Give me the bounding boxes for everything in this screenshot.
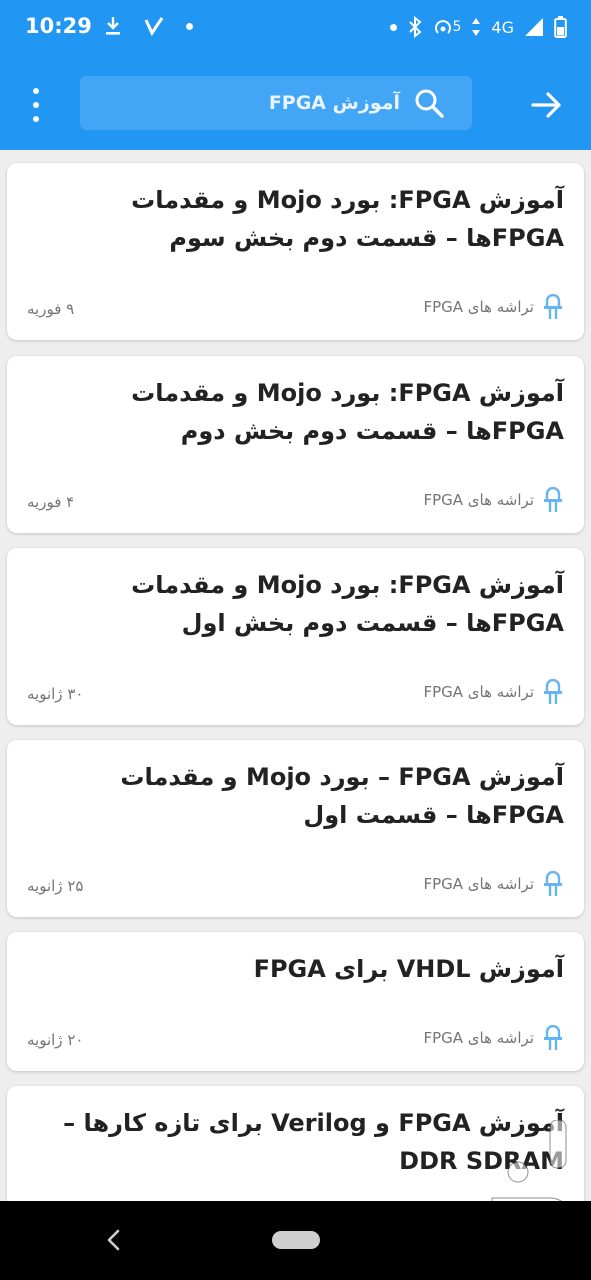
post-title: آموزش FPGA و Verilog برای تازه کارها – D… [63,1109,564,1175]
post-date: ۲۰ ژانویه [27,1031,84,1049]
app-bar: آموزش FPGA [0,58,591,150]
status-right-icons: 5 4G [389,16,568,38]
post-title: آموزش VHDL برای FPGA [253,955,564,983]
back-arrow-icon[interactable] [529,88,563,122]
diode-icon [544,679,562,704]
search-box[interactable]: آموزش FPGA [80,76,472,130]
system-nav-bar [0,1201,591,1280]
status-left-icons [104,16,193,36]
post-card[interactable]: آموزش FPGA – بورد Mojo و مقدمات FPGAها –… [7,740,584,917]
post-card[interactable]: آموزش FPGA: بورد Mojo و مقدمات FPGAها – … [7,163,584,340]
notification-dot-icon [186,22,193,30]
search-query: آموزش FPGA [268,92,400,114]
bluetooth-icon [408,16,421,38]
post-title: آموزش FPGA: بورد Mojo و مقدمات FPGAها – … [131,186,564,252]
notification-dot-icon [389,23,397,31]
hotspot-icon [434,20,451,34]
download-icon [106,17,120,35]
diode-icon [544,487,562,512]
post-card[interactable]: آموزش FPGA: بورد Mojo و مقدمات FPGAها – … [7,548,584,725]
battery-icon [554,16,567,38]
post-card[interactable]: آموزش VHDL برای FPGA تراشه های FPGA ۲۰ ژ… [7,932,584,1071]
post-category[interactable]: تراشه های FPGA [423,679,564,705]
post-date: ۹ فوریه [27,300,75,318]
post-title: آموزش FPGA – بورد Mojo و مقدمات FPGAها –… [120,763,564,829]
post-date: ۲۵ ژانویه [27,877,84,895]
post-category[interactable]: تراشه های FPGA [423,294,564,320]
diode-icon [544,871,562,896]
data-arrows-icon [472,18,481,36]
post-card[interactable]: آموزش FPGA: بورد Mojo و مقدمات FPGAها – … [7,356,584,533]
diode-icon [544,1025,562,1050]
post-date: ۳۰ ژانویه [27,685,84,703]
post-category[interactable]: تراشه های FPGA [423,487,564,513]
overflow-menu-icon[interactable] [22,88,50,122]
post-date: ۴ فوریه [27,493,75,511]
status-bar: 10:29 5 4G [0,0,591,58]
signal-icon [525,18,543,36]
nav-back-icon[interactable] [104,1227,124,1253]
post-title: آموزش FPGA: بورد Mojo و مقدمات FPGAها – … [131,379,564,445]
network-type: 4G [491,17,514,37]
search-icon [415,89,444,118]
diode-icon [544,294,562,319]
post-title: آموزش FPGA: بورد Mojo و مقدمات FPGAها – … [131,571,564,637]
post-category[interactable]: تراشه های FPGA [423,1025,564,1051]
hotspot-indicator: 5 [433,17,461,37]
nav-home-pill[interactable] [272,1231,320,1249]
post-category[interactable]: تراشه های FPGA [423,871,564,897]
status-time: 10:29 [25,14,92,38]
post-list: آموزش FPGA: بورد Mojo و مقدمات FPGAها – … [0,150,591,1201]
app-notification-icon [144,17,164,36]
